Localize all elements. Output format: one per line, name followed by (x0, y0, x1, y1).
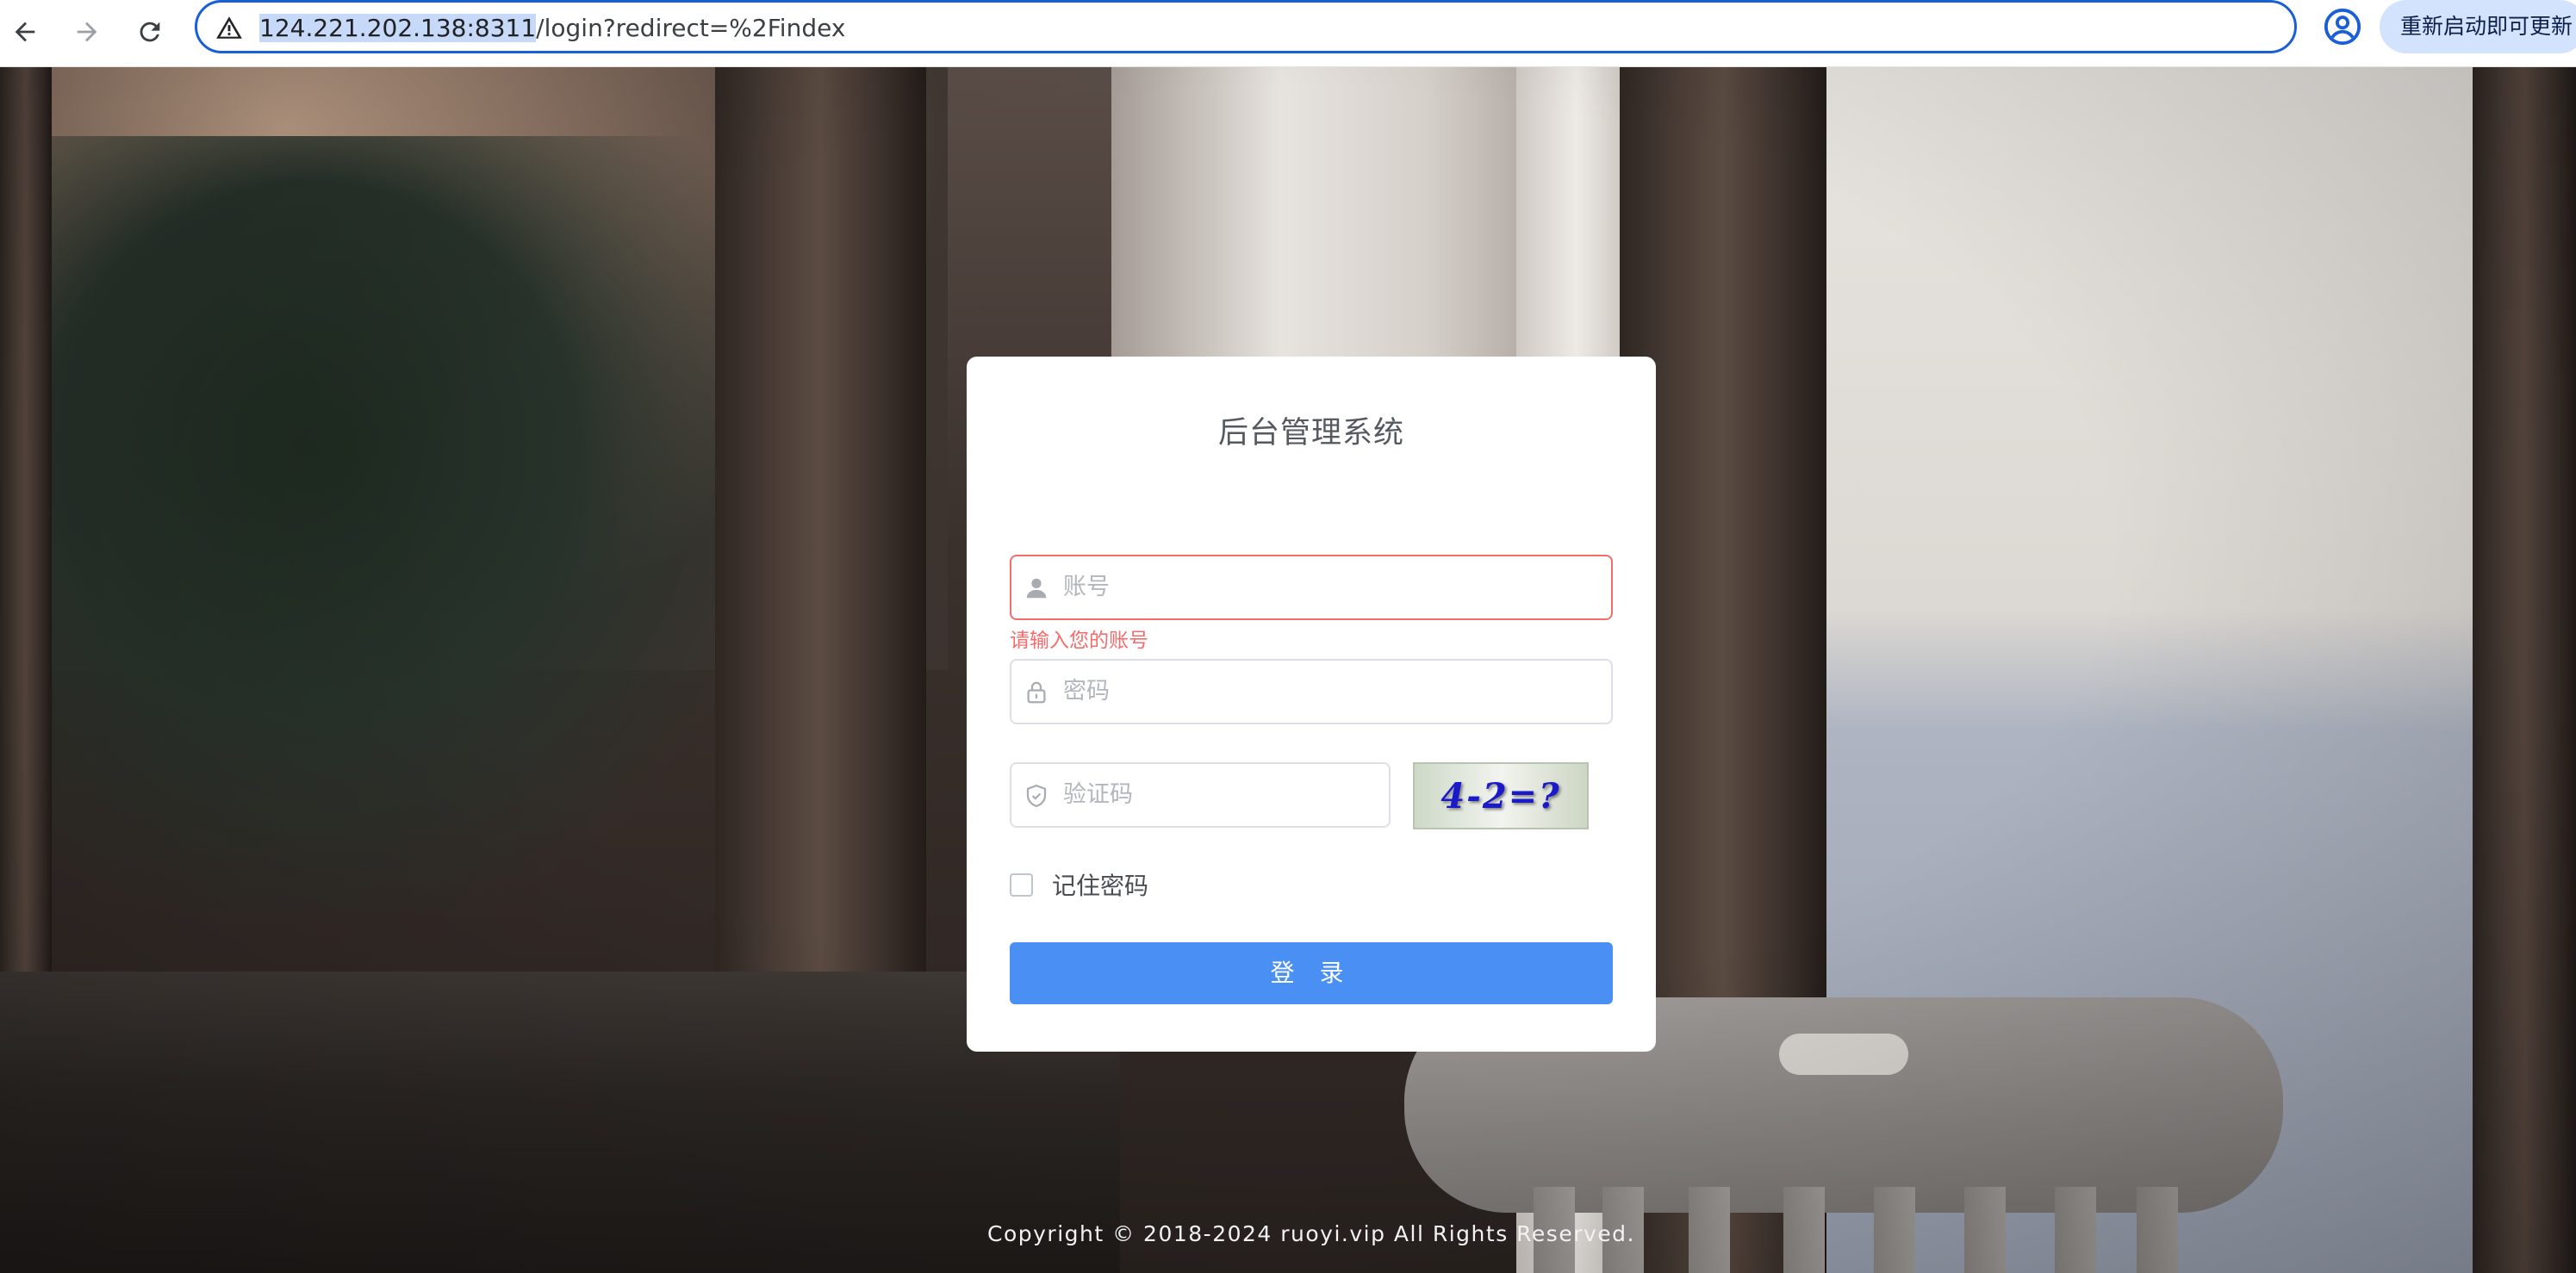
arrow-right-icon (77, 22, 97, 42)
page-title: 后台管理系统 (1217, 416, 1404, 450)
url-text[interactable]: 124.221.202.138:8311/login?redirect=%2Fi… (259, 9, 845, 47)
warning-icon[interactable] (215, 13, 244, 42)
back-button[interactable] (0, 7, 50, 57)
username-error-message: 请输入您的账号 (1010, 630, 1148, 652)
username-field[interactable]: 账号 (1010, 555, 1613, 620)
browser-toolbar: 124.221.202.138:8311/login?redirect=%2Fi… (0, 0, 2576, 67)
remember-password[interactable]: 记住密码 (1010, 867, 1148, 902)
captcha-text: 4-2=? (1440, 775, 1561, 817)
url-host: 124.221.202.138:8311 (259, 14, 537, 42)
password-placeholder: 密码 (1063, 678, 1110, 705)
login-button[interactable]: 登 录 (1010, 942, 1613, 1004)
address-bar[interactable]: 124.221.202.138:8311/login?redirect=%2Fi… (195, 0, 2297, 53)
login-form: 后台管理系统 账号 请输入您的账号 密码 验证码 4-2=? 记住密码 登 录 (967, 357, 1656, 1052)
lock-icon (1027, 681, 1046, 704)
username-placeholder: 账号 (1063, 574, 1110, 600)
user-icon (1026, 578, 1047, 599)
reload-icon (140, 22, 160, 42)
captcha-field[interactable]: 验证码 (1010, 762, 1391, 828)
login-page: 后台管理系统 账号 请输入您的账号 密码 验证码 4-2=? 记住密码 登 录 … (0, 67, 2576, 1273)
remember-checkbox[interactable] (1010, 872, 1033, 897)
remember-label: 记住密码 (1052, 872, 1149, 900)
copyright-footer: Copyright © 2018-2024 ruoyi.vip All Righ… (987, 1221, 1635, 1246)
arrow-left-icon (15, 22, 35, 42)
forward-button[interactable] (62, 7, 112, 57)
relaunch-update-button[interactable]: 重新启动即可更新 (2380, 0, 2576, 53)
url-path: /login?redirect=%2Findex (536, 14, 846, 42)
password-field[interactable]: 密码 (1010, 659, 1613, 724)
captcha-image[interactable]: 4-2=? (1413, 762, 1589, 829)
captcha-placeholder: 验证码 (1063, 781, 1133, 808)
profile-icon[interactable] (2323, 7, 2362, 47)
shield-icon (1026, 784, 1047, 808)
reload-button[interactable] (125, 7, 175, 57)
